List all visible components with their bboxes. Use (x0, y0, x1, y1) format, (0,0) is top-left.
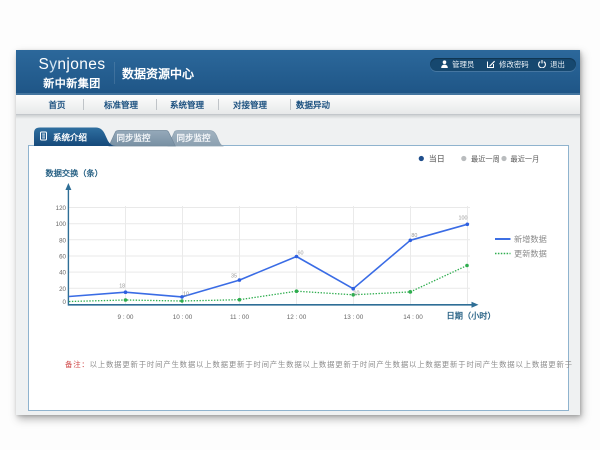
svg-text:同步监控: 同步监控 (176, 133, 211, 143)
svg-text:系统介绍: 系统介绍 (53, 133, 88, 143)
svg-text:同步监控: 同步监控 (116, 133, 151, 143)
